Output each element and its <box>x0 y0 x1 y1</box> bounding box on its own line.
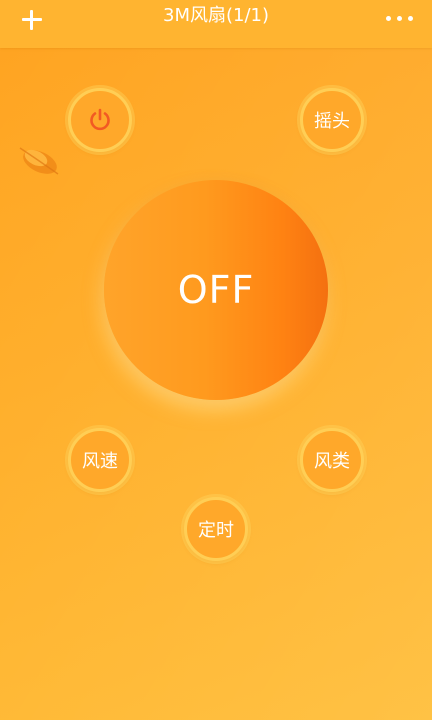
fan-type-label: 风类 <box>314 451 350 472</box>
page-title: 3M风扇(1/1) <box>163 5 269 26</box>
swing-button[interactable]: 摇头 <box>300 88 364 152</box>
timer-label: 定时 <box>198 520 234 541</box>
fan-speed-label: 风速 <box>82 451 118 472</box>
main-power-toggle[interactable]: OFF <box>104 180 328 400</box>
power-icon <box>90 108 110 131</box>
power-state-label: OFF <box>177 268 255 312</box>
app-header: 3M风扇(1/1) <box>0 0 432 48</box>
fan-type-button[interactable]: 风类 <box>300 428 364 492</box>
power-button[interactable] <box>68 88 132 152</box>
fan-speed-button[interactable]: 风速 <box>68 428 132 492</box>
more-dots-icon[interactable] <box>384 10 418 26</box>
swing-label: 摇头 <box>314 111 350 132</box>
leaf-decoration-icon <box>19 147 59 175</box>
timer-button[interactable]: 定时 <box>184 497 248 561</box>
